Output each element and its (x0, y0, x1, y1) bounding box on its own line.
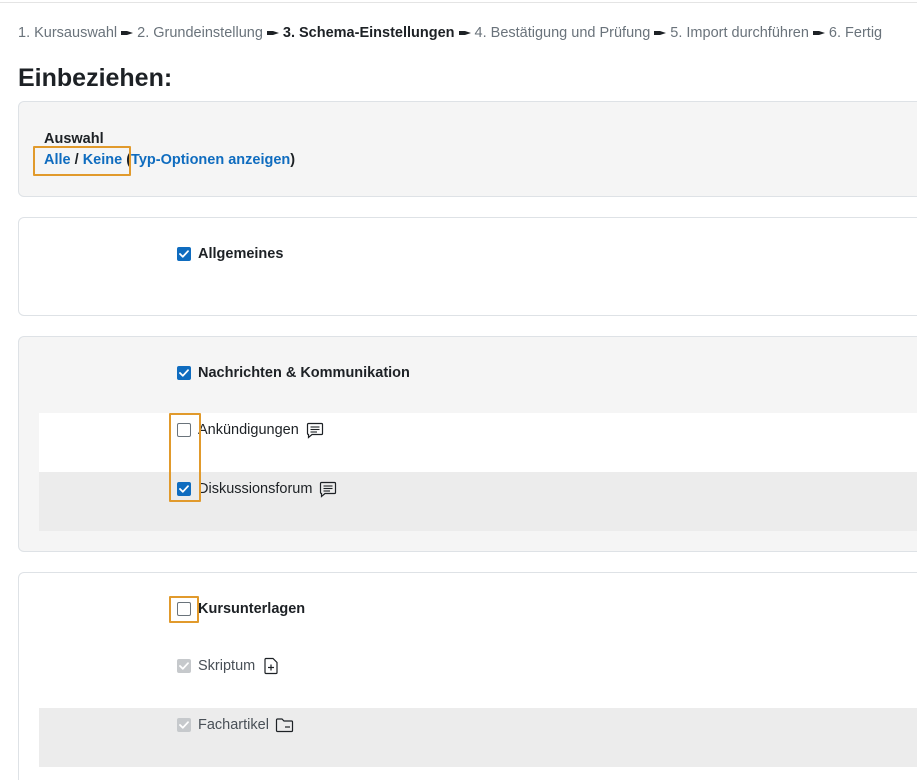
arrow-separator-icon (263, 26, 283, 40)
paren-open: ( (122, 152, 132, 168)
selection-card: Auswahl Alle / Keine (Typ-Optionen anzei… (18, 101, 917, 197)
item-label: Skriptum (198, 658, 256, 674)
item-script: Skriptum (177, 656, 281, 676)
course-materials-checkbox[interactable] (177, 602, 191, 616)
articles-checkbox (177, 718, 191, 732)
section-card-general: Allgemeines (18, 217, 917, 316)
section-course-materials: Kursunterlagen (177, 601, 305, 617)
forum-icon (305, 420, 325, 440)
item-label: Diskussionsforum (198, 481, 313, 497)
item-discussion-forum: Diskussionsforum (177, 479, 338, 499)
arrow-separator-icon (455, 26, 475, 40)
arrow-separator-icon (809, 26, 829, 40)
forum-icon (318, 479, 338, 499)
item-announcements: Ankündigungen (177, 420, 325, 440)
list-item: Ankündigungen (39, 413, 917, 472)
arrow-separator-icon (117, 26, 137, 40)
step-course-selection: 1. Kursauswahl (18, 25, 118, 41)
section-label: Kursunterlagen (198, 601, 306, 617)
list-item: Skriptum (39, 649, 917, 708)
select-none-link[interactable]: Keine (83, 152, 123, 168)
folder-icon (275, 715, 295, 735)
section-label: Nachrichten & Kommunikation (198, 365, 410, 381)
communication-checkbox[interactable] (177, 366, 191, 380)
step-complete: 6. Fertig (828, 25, 883, 41)
step-perform-import: 5. Import durchführen (670, 25, 809, 41)
section-communication: Nachrichten & Kommunikation (177, 365, 410, 381)
script-checkbox (177, 659, 191, 673)
paren-close: ) (290, 152, 296, 168)
arrow-separator-icon (650, 26, 670, 40)
file-add-icon (261, 656, 281, 676)
item-label: Ankündigungen (198, 422, 299, 438)
step-initial-settings: 2. Grundeinstellung (137, 25, 263, 41)
list-item: Diskussionsforum (39, 472, 917, 531)
section-label: Allgemeines (198, 246, 284, 262)
item-articles: Fachartikel (177, 715, 295, 735)
top-divider (0, 2, 917, 3)
list-item: Fachartikel (39, 708, 917, 767)
item-label: Fachartikel (198, 717, 269, 733)
selection-links: Alle / Keine (Typ-Optionen anzeigen) (44, 152, 295, 168)
general-checkbox[interactable] (177, 247, 191, 261)
announcements-checkbox[interactable] (177, 423, 191, 437)
section-general: Allgemeines (177, 246, 283, 262)
step-schema-settings: 3. Schema-Einstellungen (282, 25, 455, 41)
wizard-breadcrumb: 1. Kursauswahl 2. Grundeinstellung 3. Sc… (18, 25, 882, 41)
section-card-course-materials: Kursunterlagen Skriptum Fachartikel (18, 572, 917, 780)
step-confirmation: 4. Bestätigung und Prüfung (474, 25, 651, 41)
page-title: Einbeziehen: (18, 64, 173, 92)
slash-separator: / (70, 152, 83, 168)
selection-label: Auswahl (44, 131, 104, 147)
show-type-options-link[interactable]: Typ-Optionen anzeigen (131, 152, 290, 168)
discussion-forum-checkbox[interactable] (177, 482, 191, 496)
section-card-communication: Nachrichten & Kommunikation Ankündigunge… (18, 336, 917, 552)
select-all-link[interactable]: Alle (44, 152, 71, 168)
